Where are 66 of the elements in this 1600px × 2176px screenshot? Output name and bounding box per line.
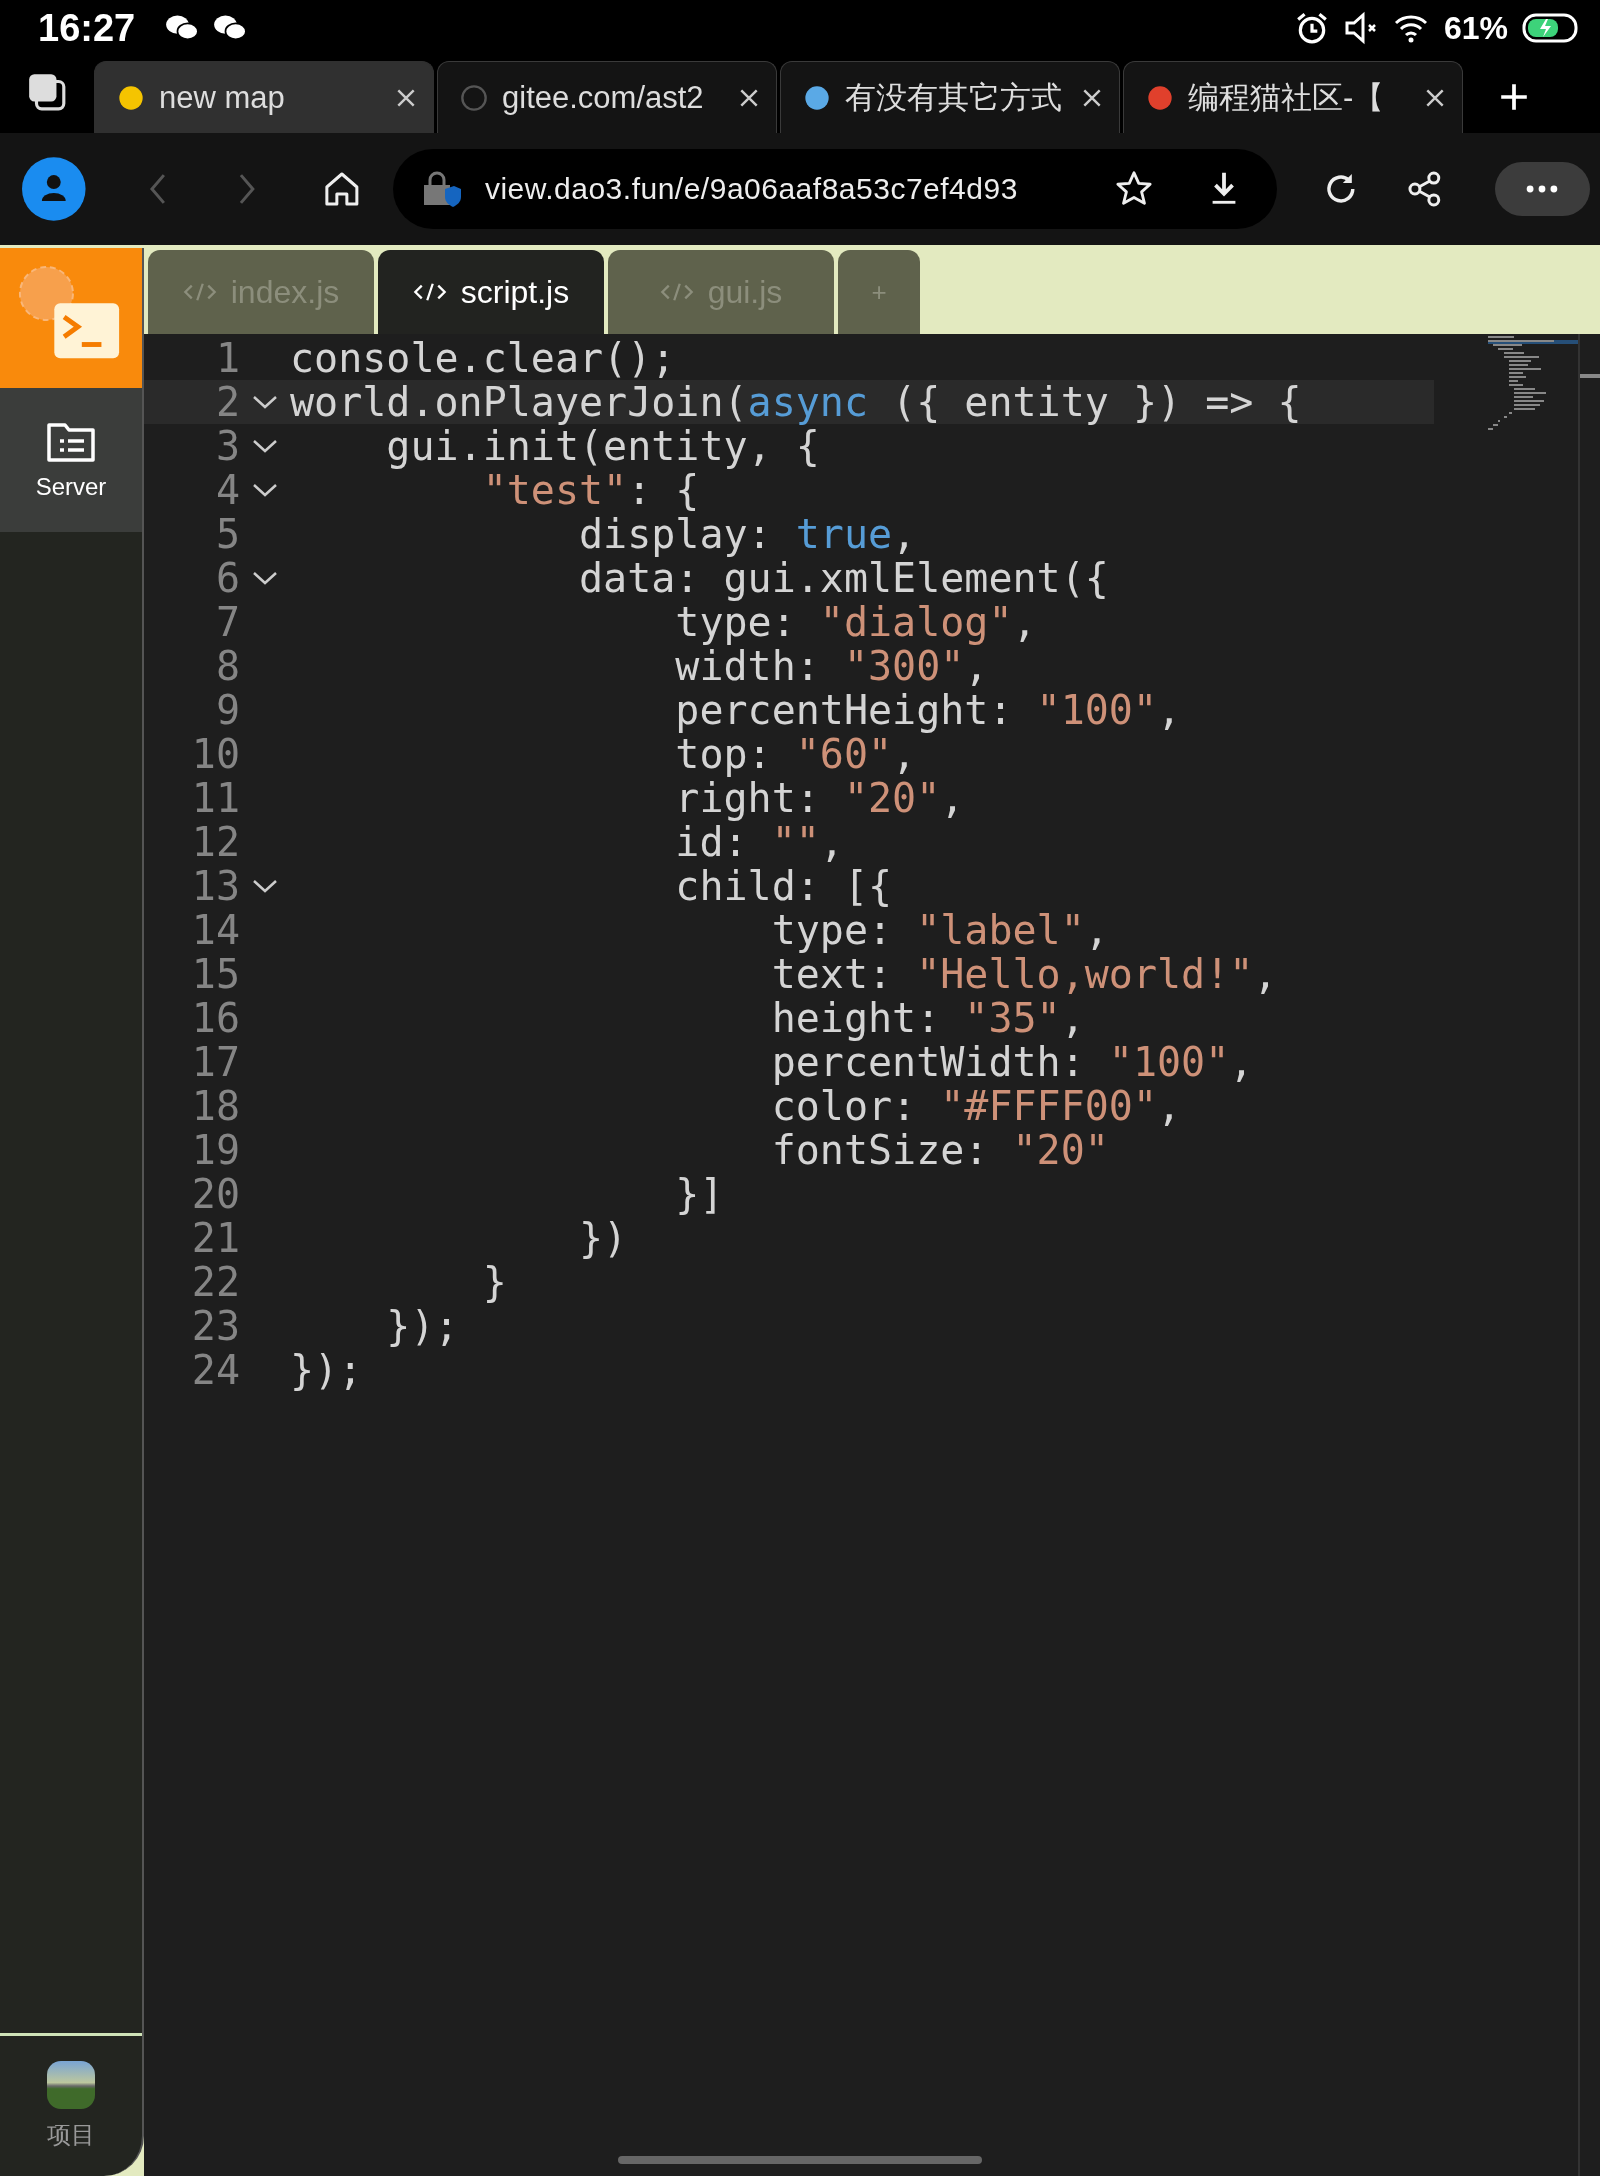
line-number: 18 [190,1083,240,1129]
code-line: }); [385,1303,459,1349]
code-line: child: [{ [674,863,893,909]
line-number: 22 [190,1259,240,1305]
line-number: 15 [190,951,240,997]
battery-percentage: 61% [1443,9,1508,47]
game-scene-thumbnail [47,2061,95,2109]
line-number: 9 [214,687,240,733]
code-line: }] [674,1171,724,1217]
more-button[interactable] [1494,162,1590,216]
line-number: 1 [214,335,240,381]
code-line: console.clear(); [290,335,676,381]
sidebar-item[interactable]: Server [0,388,142,532]
profile-icon[interactable] [22,157,86,221]
line-number: 20 [190,1171,240,1217]
clock-time: 16:27 [38,6,136,50]
line-number: 6 [214,555,240,601]
line-number: 5 [214,511,240,557]
code-line: percentHeight: "100", [674,687,1182,733]
line-number: 8 [214,643,240,689]
line-number: 7 [214,599,240,645]
line-number: 4 [214,467,240,513]
line-number: 24 [190,1347,240,1393]
code-line: world.onPlayerJoin(async ({ entity }) => { [290,379,1302,425]
line-number: 2 [214,379,240,425]
star-icon[interactable] [1115,170,1154,208]
code-line: type: "label", [770,907,1109,953]
more-icon [1525,184,1560,194]
project-button[interactable]: 项目 [0,2033,142,2176]
line-number: 12 [190,819,240,865]
browser-tab[interactable]: gitee.com/ast2 [437,61,777,133]
new-tab-icon[interactable] [1498,81,1530,113]
code-icon [182,281,217,303]
line-number: 17 [190,1039,240,1085]
code-line: } [481,1259,507,1305]
line-number: 11 [190,775,240,821]
line-number: 3 [214,423,240,469]
code-line: fontSize: "20" [770,1127,1109,1173]
code-line: }); [290,1347,363,1393]
favicon-icon [460,83,488,112]
scrollbar-thumb[interactable] [1580,374,1600,378]
browser-tab[interactable]: 有没有其它方式 [780,61,1120,133]
file-tab[interactable]: script.js [378,250,604,334]
code-line: display: true, [578,511,917,557]
line-number: 13 [190,863,240,909]
browser-tab[interactable]: new map [94,61,434,133]
code-line: "test": { [482,467,700,513]
line-number: 21 [190,1215,240,1261]
address-field[interactable]: view.dao3.fun/e/9a06aaf8a53c7ef4d93 [392,149,1278,229]
favicon-icon [803,83,831,112]
favicon-icon [1146,83,1174,112]
line-number: 10 [190,731,240,777]
line-number: 23 [190,1303,240,1349]
code-line: }) [578,1215,628,1261]
code-icon [412,281,447,303]
chat-bubbles-icon [165,14,200,42]
code-icon [659,281,694,303]
chat-bubbles-icon [213,14,248,42]
line-number: 16 [190,995,240,1041]
line-number: 14 [190,907,240,953]
favicon-icon [117,83,145,112]
code-line: height: "35", [770,995,1085,1041]
line-number: 19 [190,1127,240,1173]
browser-tab[interactable]: 编程猫社区-【 [1123,61,1463,133]
battery-charging-icon [1522,13,1578,43]
tab-switcher-icon[interactable] [26,71,68,113]
